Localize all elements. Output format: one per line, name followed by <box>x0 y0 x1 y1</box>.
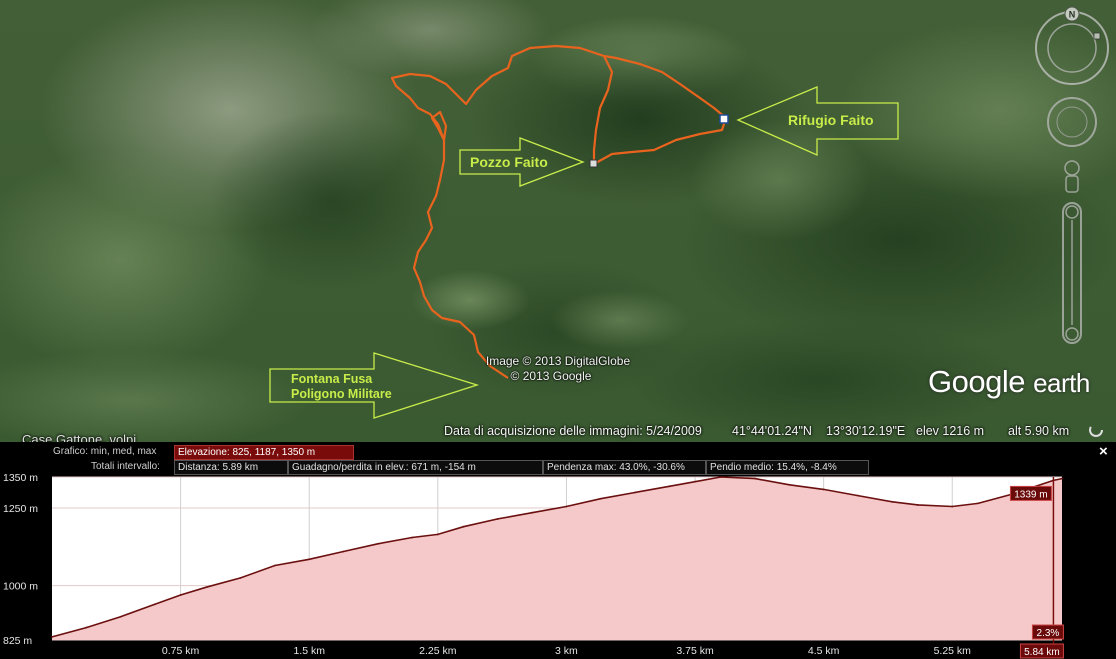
longitude-readout: 13°30'12.19"E <box>826 424 906 438</box>
elevation-point <box>565 505 568 508</box>
elevation-point <box>376 542 379 545</box>
x-tick-label: 0.75 km <box>162 645 200 657</box>
elevation-point <box>599 497 602 500</box>
elevation-point <box>496 518 499 520</box>
status-bar: Case Gattone, volpi Data di acquisizione… <box>0 418 1116 442</box>
elevation-point <box>977 502 979 505</box>
partial-place-label: Case Gattone, volpi <box>22 432 137 442</box>
elevation-point <box>951 505 954 508</box>
poligono-militare-label: Poligono Militare <box>291 387 392 401</box>
elevation-point <box>436 533 439 536</box>
elevation-chart[interactable]: 825 m 1000 m 1250 m 1350 m 0.75 km 1.5 km 2.2… <box>0 472 1116 659</box>
rifugio-waypoint-icon[interactable] <box>719 114 729 124</box>
elevation-point <box>85 626 88 629</box>
elevation-point <box>917 504 919 506</box>
close-profile-button[interactable]: × <box>1099 443 1108 460</box>
google-earth-logo: Google earth <box>928 364 1090 399</box>
elevation-point <box>754 477 756 480</box>
elevation-point <box>857 494 859 497</box>
x-tick-label: 3 km <box>555 645 578 657</box>
elevation-point <box>411 536 414 539</box>
elevation-point <box>308 558 311 561</box>
elevation-point <box>342 550 345 553</box>
y-tick-label: 1350 m <box>3 472 38 484</box>
cursor-distance-badge: 5.84 km <box>1024 647 1060 658</box>
y-tick-label: 825 m <box>3 635 32 647</box>
y-tick-label: 1000 m <box>3 581 38 593</box>
elevation-point <box>788 483 791 486</box>
elevation-point <box>1061 477 1063 480</box>
elevation-point <box>822 488 825 491</box>
map-view[interactable]: Pozzo Faito Rifugio Faito Fontana Fusa P… <box>0 0 1116 442</box>
cursor-elevation-badge: 1339 m <box>1014 489 1047 500</box>
elevation-point <box>891 500 894 503</box>
x-tick-label: 4.5 km <box>808 645 840 657</box>
elevation-stats-value[interactable]: Elevazione: 825, 1187, 1350 m <box>174 445 354 460</box>
elevation-point <box>51 635 53 638</box>
x-tick-label: 1.5 km <box>293 645 325 657</box>
pozzo-faito-label: Pozzo Faito <box>470 154 548 170</box>
rifugio-faito-label: Rifugio Faito <box>788 112 874 128</box>
altitude-readout: alt 5.90 km <box>1008 424 1070 438</box>
elevation-point <box>119 615 122 618</box>
elevation-point <box>239 577 242 579</box>
copyright-line-2: © 2013 Google <box>510 369 592 383</box>
elevation-point <box>531 511 534 514</box>
elevation-readout: elev 1216 m <box>916 424 985 438</box>
cursor-slope-badge: 2.3% <box>1037 628 1060 639</box>
elevation-profile-panel: Grafico: min, med, max Elevazione: 825, … <box>0 442 1116 659</box>
imagery-copyright: Image © 2013 DigitalGlobe © 2013 Google <box>478 354 638 384</box>
elevation-point <box>694 480 696 483</box>
elevation-point <box>634 491 636 494</box>
elevation-point <box>719 476 722 478</box>
elevation-point <box>462 525 465 528</box>
latitude-readout: 41°44'01.24"N <box>732 424 812 438</box>
copyright-line-1: Image © 2013 DigitalGlobe <box>485 354 631 368</box>
pozzo-waypoint-icon[interactable] <box>589 159 598 168</box>
elevation-point <box>179 594 182 596</box>
x-tick-label: 2.25 km <box>419 645 457 657</box>
elevation-point <box>668 485 671 488</box>
fontana-fusa-label: Fontana Fusa <box>291 372 373 386</box>
x-tick-label: 5.25 km <box>934 645 972 657</box>
compass-north-icon[interactable]: N <box>1069 10 1076 20</box>
elevation-point <box>274 564 276 567</box>
elevation-point <box>205 586 208 589</box>
acquisition-date: Data di acquisizione delle immagini: 5/2… <box>444 424 702 438</box>
graph-stats-label: Grafico: min, med, max <box>53 446 157 457</box>
y-tick-label: 1250 m <box>3 503 38 515</box>
elevation-point <box>153 603 156 606</box>
x-tick-label: 3.75 km <box>676 645 714 657</box>
